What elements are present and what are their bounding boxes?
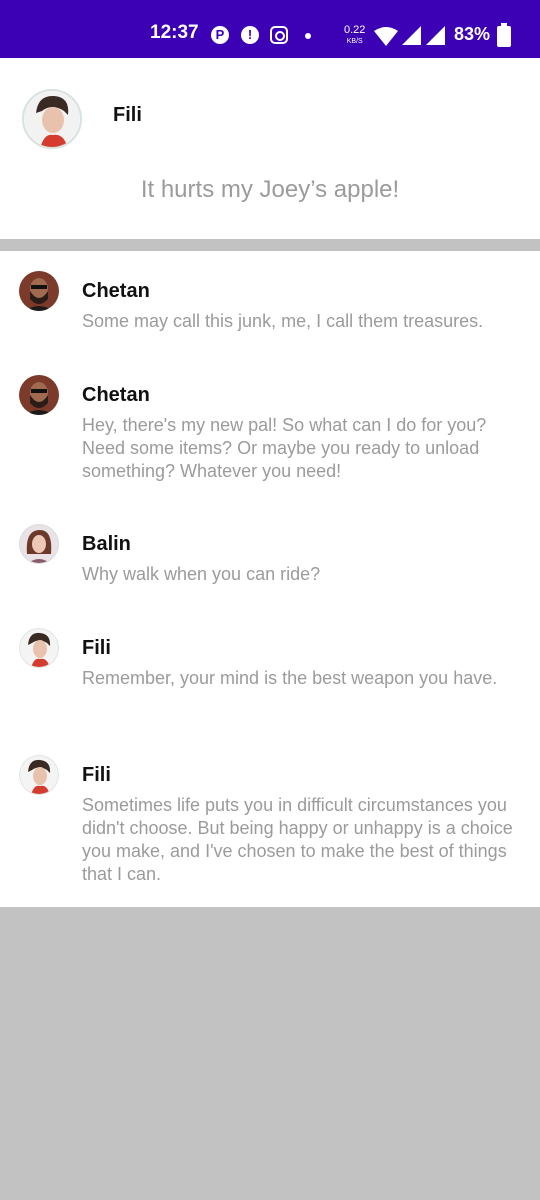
feed-item-name: Fili [82, 637, 111, 659]
instagram-icon [270, 26, 288, 44]
avatar[interactable] [19, 524, 59, 564]
alert-icon: ! [241, 26, 259, 44]
app-notification-icon: P [211, 26, 229, 44]
feed-item-text: Why walk when you can ride? [82, 564, 321, 584]
battery-percent: 83% [454, 24, 491, 44]
feed-item-text: Sometimes life puts you in difficult cir… [82, 795, 513, 884]
feed-item-text: Hey, there's my new pal! So what can I d… [82, 415, 487, 481]
feed-item-text: Remember, your mind is the best weapon y… [82, 668, 498, 688]
avatar[interactable] [19, 375, 59, 415]
profile-card: Fili It hurts my Joey’s apple! [0, 58, 540, 239]
profile-avatar[interactable] [22, 89, 82, 149]
feed-item-name: Chetan [82, 280, 150, 302]
more-notifications-icon [305, 33, 311, 39]
status-time: 12:37 [150, 22, 199, 43]
avatar[interactable] [19, 628, 59, 668]
network-speed-value: 0.22 [344, 24, 366, 36]
status-bar: 12:37 P ! 0.22 KB/S 83% [0, 0, 540, 58]
feed-item-name: Chetan [82, 384, 150, 406]
avatar[interactable] [19, 755, 59, 795]
avatar[interactable] [19, 271, 59, 311]
feed-item-name: Fili [82, 764, 111, 786]
feed-item-text: Some may call this junk, me, I call them… [82, 311, 484, 331]
signal-icon [402, 26, 421, 45]
wifi-icon [374, 27, 398, 46]
profile-name: Fili [113, 104, 142, 126]
message-feed: Chetan Some may call this junk, me, I ca… [0, 251, 540, 907]
network-speed-unit: KB/S [346, 38, 363, 45]
feed-item-name: Balin [82, 533, 131, 555]
signal-2-icon [426, 26, 445, 45]
battery-icon [497, 23, 511, 47]
network-speed: 0.22 KB/S [344, 25, 365, 47]
profile-quote: It hurts my Joey’s apple! [140, 176, 400, 203]
